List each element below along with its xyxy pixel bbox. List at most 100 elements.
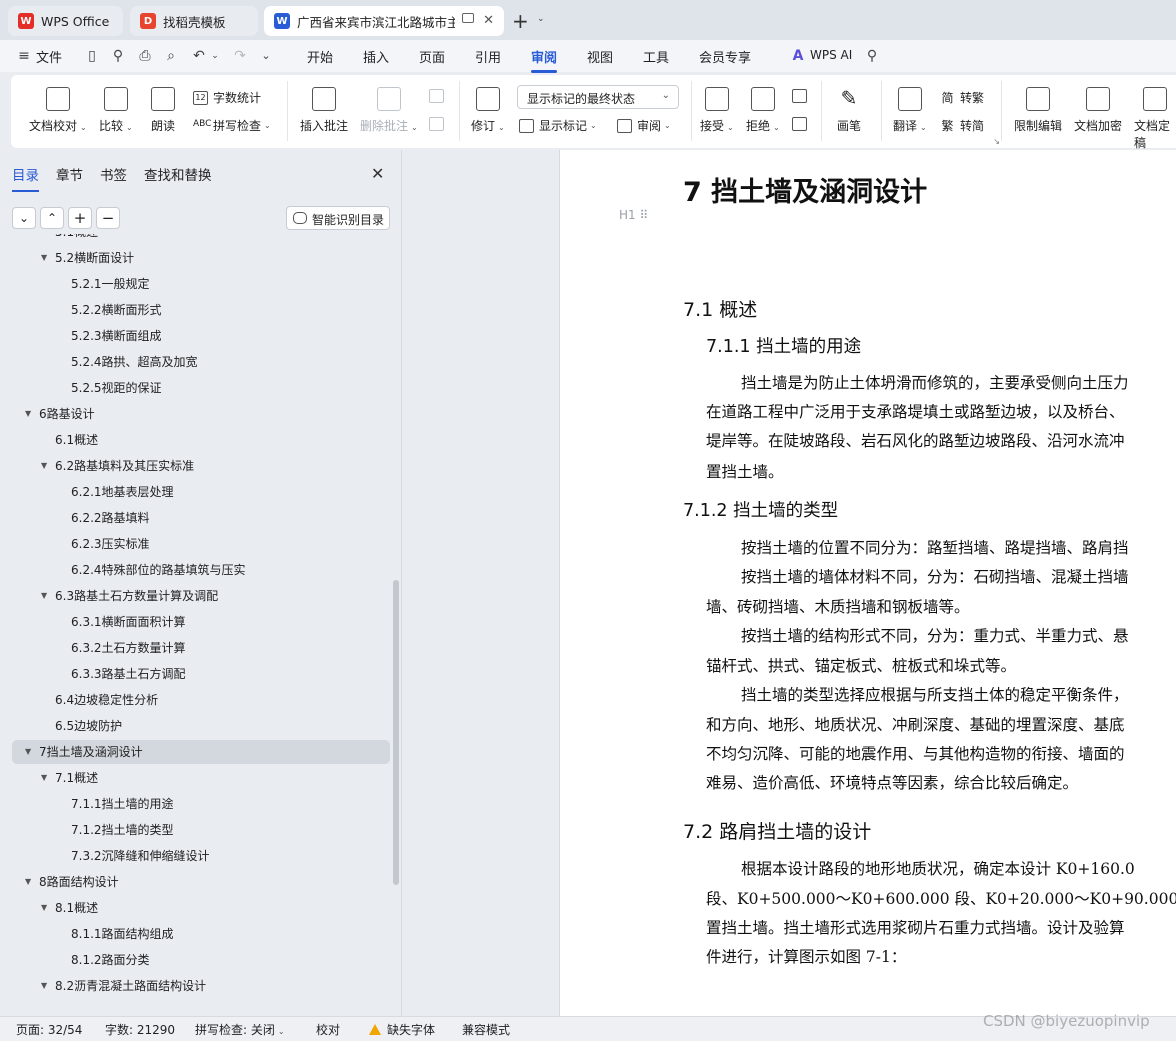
menu-insert[interactable]: 插入 <box>363 47 389 66</box>
expand-arrow-icon[interactable]: ▼ <box>41 454 47 478</box>
menu-reference[interactable]: 引用 <box>475 47 501 66</box>
print-preview-icon[interactable]: ⌕ <box>163 48 179 64</box>
print-icon[interactable]: ⎙ <box>137 48 153 64</box>
encrypt-button[interactable]: 文档加密 <box>1074 87 1122 134</box>
toc-item[interactable]: 7.1.1挡土墙的用途 <box>0 792 392 816</box>
missing-font-status[interactable]: 缺失字体 <box>369 1021 435 1038</box>
heading-handle-icon[interactable]: H1 ⠿ <box>619 208 648 222</box>
prev-change-button[interactable] <box>792 89 812 103</box>
finalize-button[interactable]: 文档定稿 <box>1134 87 1176 151</box>
read-aloud-button[interactable]: 朗读 <box>151 87 175 134</box>
menu-view[interactable]: 视图 <box>587 47 613 66</box>
toc-item[interactable]: 5.2.3横断面组成 <box>0 324 392 348</box>
expand-arrow-icon[interactable]: ▼ <box>41 896 47 920</box>
search-icon[interactable]: ⚲ <box>864 48 880 64</box>
review-pane-button[interactable]: 审阅 ⌄ <box>617 117 671 134</box>
toc-scrollbar[interactable] <box>393 580 399 885</box>
toc-item[interactable]: 5.2.2横断面形式 <box>0 298 392 322</box>
smart-toc-button[interactable]: 智能识别目录 <box>286 206 390 230</box>
word-count-button[interactable]: 12 字数统计 <box>193 89 261 106</box>
hamburger-icon[interactable]: ≡ <box>16 48 32 64</box>
expand-down-button[interactable]: ⌄ <box>12 207 36 229</box>
menu-tools[interactable]: 工具 <box>643 47 669 66</box>
menu-home[interactable]: 开始 <box>307 47 333 66</box>
to-traditional-button[interactable]: 简 转繁 <box>940 89 984 106</box>
toc-item[interactable]: 6.3.2土石方数量计算 <box>0 636 392 660</box>
tab-current-document[interactable]: W 广西省来宾市滨江北路城市主干道 ✕ <box>264 6 504 36</box>
translate-button[interactable]: 翻译 ⌄ <box>893 87 927 134</box>
chevron-down-icon[interactable]: ⌄ <box>537 14 545 24</box>
expand-arrow-icon[interactable]: ▼ <box>41 974 47 998</box>
toc-item[interactable]: 6.2.4特殊部位的路基填筑与压实 <box>0 558 392 582</box>
toc-item[interactable]: 6.5边坡防护 <box>0 714 392 738</box>
toc-item[interactable]: 6.2.3压实标准 <box>0 532 392 556</box>
dialog-launcher-icon[interactable]: ↘ <box>993 137 1000 146</box>
toc-item[interactable]: 7.3.2沉降缝和伸缩缝设计 <box>0 844 392 868</box>
expand-arrow-icon[interactable]: ▼ <box>25 740 31 764</box>
spell-check-status[interactable]: 拼写检查: 关闭 ⌄ <box>195 1021 285 1038</box>
save-icon[interactable]: ▯ <box>84 48 100 64</box>
menu-page[interactable]: 页面 <box>419 47 445 66</box>
compare-button[interactable]: 比较 ⌄ <box>99 87 133 134</box>
to-simplified-button[interactable]: 繁 转简 <box>940 117 984 134</box>
toc-item[interactable]: ▼ 8.1概述 <box>0 896 392 920</box>
toc-item[interactable]: 6.3.1横断面面积计算 <box>0 610 392 634</box>
tab-docer-templates[interactable]: D 找稻壳模板 <box>130 6 258 36</box>
menu-member[interactable]: 会员专享 <box>699 47 751 66</box>
toc-item[interactable]: ▼ 7.1概述 <box>0 766 392 790</box>
toc-item[interactable]: 5.1概述 <box>0 234 392 244</box>
nav-tab-sections[interactable]: 章节 <box>56 164 83 184</box>
more-chevron-icon[interactable]: ⌄ <box>258 48 274 64</box>
toc-item[interactable]: ▼ 8.2沥青混凝土路面结构设计 <box>0 974 392 998</box>
toc-item[interactable]: ▼ 6路基设计 <box>0 402 392 426</box>
toc-item[interactable]: 6.2.2路基填料 <box>0 506 392 530</box>
word-count-indicator[interactable]: 字数: 21290 <box>105 1021 175 1038</box>
toc-item[interactable]: 7.1.2挡土墙的类型 <box>0 818 392 842</box>
toc-item[interactable]: ▼ 8路面结构设计 <box>0 870 392 894</box>
close-icon[interactable]: ✕ <box>371 164 384 183</box>
spell-check-button[interactable]: ABC 拼写检查 ⌄ <box>193 117 271 134</box>
nav-tab-find-replace[interactable]: 查找和替换 <box>144 164 212 184</box>
toc-item[interactable]: ▼ 6.3路基土石方数量计算及调配 <box>0 584 392 608</box>
toc-item[interactable]: ▼ 5.2横断面设计 <box>0 246 392 270</box>
toc-item[interactable]: 6.3.3路基土石方调配 <box>0 662 392 686</box>
proofread-status[interactable]: 校对 <box>316 1021 340 1038</box>
toc-item[interactable]: ▼ 6.2路基填料及其压实标准 <box>0 454 392 478</box>
menu-wps-ai[interactable]: WPS AI <box>810 48 852 62</box>
expand-arrow-icon[interactable]: ▼ <box>25 402 31 426</box>
track-changes-button[interactable]: 修订 ⌄ <box>471 87 505 134</box>
toc-item[interactable]: 6.1概述 <box>0 428 392 452</box>
toc-item[interactable]: 8.1.1路面结构组成 <box>0 922 392 946</box>
undo-icon[interactable]: ↶ <box>191 48 207 64</box>
accept-button[interactable]: 接受 ⌄ <box>700 87 734 134</box>
insert-comment-button[interactable]: 插入批注 <box>300 87 348 134</box>
menu-file[interactable]: 文件 <box>36 47 62 66</box>
expand-arrow-icon[interactable]: ▼ <box>41 766 47 790</box>
toc-item[interactable]: 6.4边坡稳定性分析 <box>0 688 392 712</box>
nav-tab-bookmarks[interactable]: 书签 <box>100 164 127 184</box>
toc-item[interactable]: ▼ 7挡土墙及涵洞设计 <box>12 740 390 764</box>
toc-item[interactable]: 6.2.1地基表层处理 <box>0 480 392 504</box>
expand-arrow-icon[interactable]: ▼ <box>41 584 47 608</box>
share-icon[interactable]: ⚲ <box>110 48 126 64</box>
remove-heading-button[interactable]: − <box>96 207 120 229</box>
menu-review[interactable]: 审阅 <box>531 47 558 73</box>
add-heading-button[interactable]: + <box>68 207 92 229</box>
undo-dropdown-icon[interactable]: ⌄ <box>207 48 223 64</box>
toc-item[interactable]: 5.2.5视距的保证 <box>0 376 392 400</box>
reject-button[interactable]: 拒绝 ⌄ <box>746 87 780 134</box>
nav-tab-toc[interactable]: 目录 <box>12 164 39 192</box>
next-change-button[interactable] <box>792 117 812 131</box>
expand-arrow-icon[interactable]: ▼ <box>41 246 47 270</box>
close-tab-icon[interactable]: ✕ <box>483 13 494 28</box>
tab-wps-office[interactable]: W WPS Office <box>8 6 123 36</box>
toc-item[interactable]: 8.1.2路面分类 <box>0 948 392 972</box>
restrict-edit-button[interactable]: 限制编辑 <box>1014 87 1062 134</box>
toc-item[interactable]: 5.2.4路拱、超高及加宽 <box>0 350 392 374</box>
pen-button[interactable]: ✎ 画笔 <box>837 87 861 134</box>
monitor-icon[interactable] <box>462 13 474 23</box>
doc-check-button[interactable]: 文档校对 ⌄ <box>29 87 87 134</box>
collapse-up-button[interactable]: ⌃ <box>40 207 64 229</box>
show-markup-button[interactable]: 显示标记 ⌄ <box>519 117 597 134</box>
markup-state-select[interactable]: 显示标记的最终状态 ⌄ <box>517 85 679 109</box>
